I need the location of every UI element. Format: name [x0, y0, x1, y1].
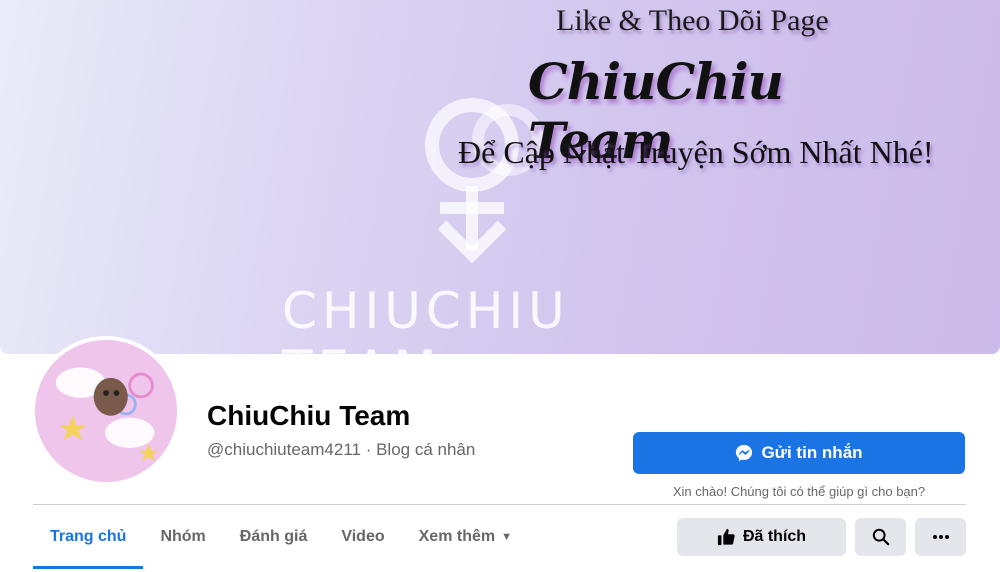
- send-message-label: Gửi tin nhắn: [761, 443, 863, 462]
- page-title: ChiuChiu Team: [207, 400, 411, 431]
- tab-label: Nhóm: [160, 528, 206, 545]
- search-icon: [872, 528, 889, 546]
- page-subtitle: @chiuchiuteam4211 · Blog cá nhân: [207, 440, 476, 459]
- tab-label: Đánh giá: [239, 528, 308, 545]
- tab-more[interactable]: Xem thêm ▼: [402, 505, 529, 569]
- tab-label: Trang chủ: [50, 528, 127, 545]
- page-tabs: Trang chủ Nhóm Đánh giá Video Xem thêm ▼: [33, 505, 529, 569]
- tab-label: Xem thêm: [418, 528, 496, 545]
- facebook-page-header: CHIUCHIU TEAM Like & Theo Dõi Page ChiuC…: [0, 0, 1000, 572]
- tab-groups[interactable]: Nhóm: [143, 505, 222, 569]
- tab-video[interactable]: Video: [324, 505, 401, 569]
- profile-avatar[interactable]: [31, 336, 181, 486]
- tab-reviews[interactable]: Đánh giá: [223, 505, 325, 569]
- more-dots-icon: [932, 535, 949, 539]
- message-greeting: Xin chào! Chúng tôi có thể giúp gì cho b…: [672, 484, 926, 499]
- cover-headline-1: Like & Theo Dõi Page: [556, 4, 829, 37]
- liked-button[interactable]: Đã thích: [677, 518, 846, 556]
- more-options-button[interactable]: [915, 518, 966, 556]
- tab-home[interactable]: Trang chủ: [33, 505, 144, 569]
- cover-headline-3: Để Cập Nhật Truyện Sớm Nhất Nhé!: [458, 134, 934, 170]
- messenger-icon: [736, 444, 753, 462]
- caret-down-icon: ▼: [501, 531, 512, 543]
- send-message-button[interactable]: Gửi tin nhắn: [633, 432, 965, 474]
- tab-label: Video: [341, 528, 385, 545]
- avatar-illustration: [35, 340, 177, 482]
- cover-brand-text: CHIUCHIU TEAM: [282, 282, 570, 354]
- thumbs-up-icon: [717, 528, 735, 546]
- search-button[interactable]: [855, 518, 906, 556]
- liked-label: Đã thích: [742, 528, 807, 545]
- cover-photo[interactable]: CHIUCHIU TEAM Like & Theo Dõi Page ChiuC…: [0, 0, 1000, 354]
